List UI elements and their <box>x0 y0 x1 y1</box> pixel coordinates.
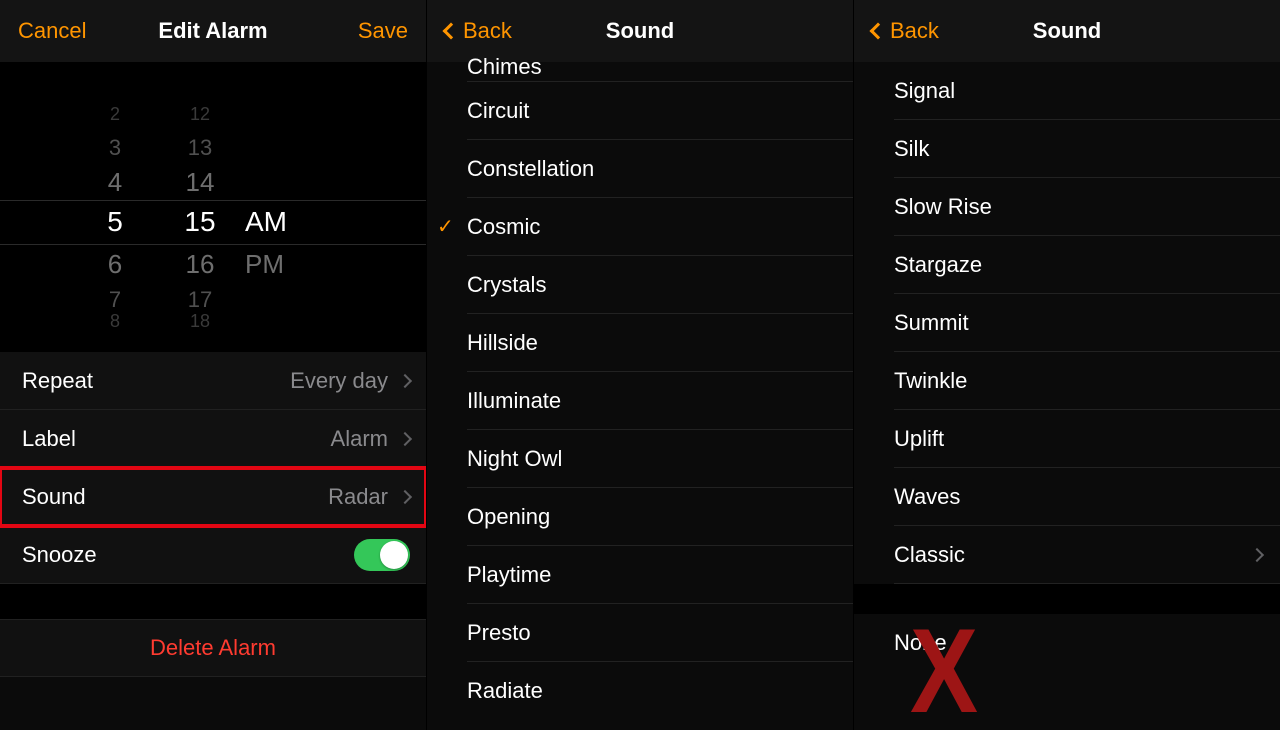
sound-item[interactable]: Illuminate <box>467 372 853 430</box>
sound-item-classic[interactable]: Classic <box>894 526 1280 584</box>
sound-item[interactable]: Hillside <box>467 314 853 372</box>
sound-item[interactable]: Night Owl <box>467 430 853 488</box>
repeat-row[interactable]: Repeat Every day <box>0 352 426 410</box>
sound-item[interactable]: Opening <box>467 488 853 546</box>
time-picker[interactable]: 2 3 4 5 6 7 8 12 13 14 15 16 17 18 AM PM <box>0 62 426 352</box>
sound-item[interactable]: Circuit <box>467 82 853 140</box>
sound-list: Signal Silk Slow Rise Stargaze Summit Tw… <box>854 62 1280 672</box>
chevron-right-icon <box>398 489 412 503</box>
snooze-row: Snooze <box>0 526 426 584</box>
snooze-label: Snooze <box>22 542 97 568</box>
snooze-toggle[interactable] <box>354 539 410 571</box>
sound-row[interactable]: Sound Radar <box>0 468 426 526</box>
back-button[interactable]: Back <box>445 18 512 44</box>
sound-item[interactable]: Signal <box>894 62 1280 120</box>
edit-alarm-panel: Cancel Edit Alarm Save 2 3 4 5 6 7 8 12 … <box>0 0 426 730</box>
sound-item[interactable]: Summit <box>894 294 1280 352</box>
navbar: Cancel Edit Alarm Save <box>0 0 426 62</box>
back-button[interactable]: Back <box>872 18 939 44</box>
sound-item[interactable]: Chimes <box>467 52 853 82</box>
repeat-label: Repeat <box>22 368 93 394</box>
cancel-button[interactable]: Cancel <box>18 18 86 44</box>
sound-item[interactable]: Playtime <box>467 546 853 604</box>
chevron-left-icon <box>443 23 460 40</box>
repeat-value: Every day <box>290 368 388 394</box>
sound-item[interactable]: Waves <box>894 468 1280 526</box>
sound-value: Radar <box>328 484 388 510</box>
sound-item[interactable]: Silk <box>894 120 1280 178</box>
sound-item[interactable]: Stargaze <box>894 236 1280 294</box>
hour-wheel[interactable]: 2 3 4 5 6 7 8 <box>75 62 155 352</box>
chevron-right-icon <box>398 373 412 387</box>
sound-list-panel-a: Back Sound Chimes Circuit Constellation … <box>426 0 853 730</box>
minute-wheel[interactable]: 12 13 14 15 16 17 18 <box>160 62 240 352</box>
sound-list: Chimes Circuit Constellation ✓ Cosmic Cr… <box>427 52 853 720</box>
sound-item-none[interactable]: None <box>894 614 1280 672</box>
sound-item[interactable]: ✓ Cosmic <box>467 198 853 256</box>
sound-list-panel-b: Back Sound Signal Silk Slow Rise Stargaz… <box>853 0 1280 730</box>
sound-item[interactable]: Crystals <box>467 256 853 314</box>
sound-item[interactable]: Presto <box>467 604 853 662</box>
chevron-left-icon <box>870 23 887 40</box>
navbar: Back Sound <box>854 0 1280 62</box>
alarm-settings: Repeat Every day Label Alarm Sound Radar… <box>0 352 426 584</box>
save-button[interactable]: Save <box>358 18 408 44</box>
ampm-wheel[interactable]: AM PM <box>245 62 335 352</box>
sound-item[interactable]: Slow Rise <box>894 178 1280 236</box>
delete-alarm-button[interactable]: Delete Alarm <box>0 619 426 677</box>
sound-item[interactable]: Uplift <box>894 410 1280 468</box>
sound-item[interactable]: Radiate <box>467 662 853 720</box>
sound-item[interactable]: Constellation <box>467 140 853 198</box>
sound-item[interactable]: Twinkle <box>894 352 1280 410</box>
chevron-right-icon <box>398 431 412 445</box>
label-value: Alarm <box>331 426 388 452</box>
sound-label: Sound <box>22 484 86 510</box>
label-label: Label <box>22 426 76 452</box>
checkmark-icon: ✓ <box>437 214 454 239</box>
label-row[interactable]: Label Alarm <box>0 410 426 468</box>
chevron-right-icon <box>1250 547 1264 561</box>
